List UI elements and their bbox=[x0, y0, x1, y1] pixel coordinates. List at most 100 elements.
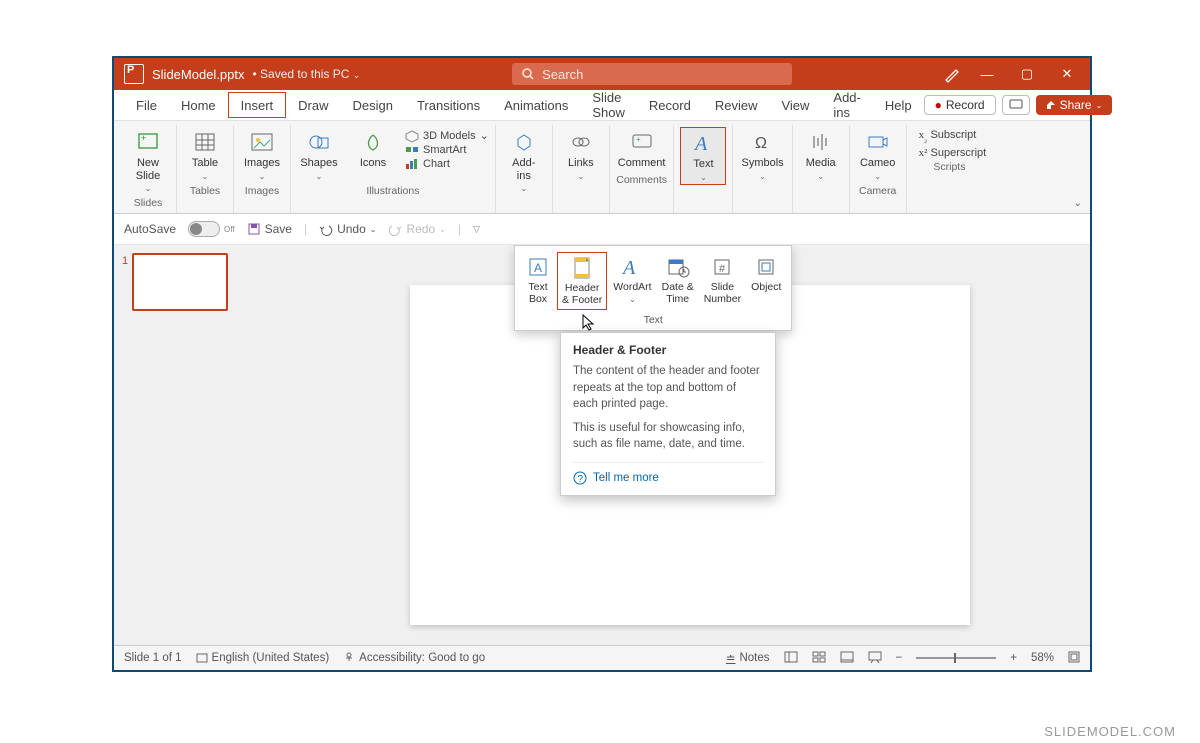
undo-icon bbox=[319, 223, 333, 235]
smartart-button[interactable]: SmartArt bbox=[405, 144, 489, 156]
insert-ribbon: + New Slide⌄ Slides Table⌄ Tables bbox=[114, 121, 1090, 214]
addins-icon bbox=[510, 129, 538, 155]
wordart-button[interactable]: A WordArt⌄ bbox=[609, 252, 655, 309]
icons-icon bbox=[359, 129, 387, 155]
share-button[interactable]: Share⌄ bbox=[1036, 95, 1113, 115]
tab-file[interactable]: File bbox=[124, 90, 169, 120]
group-label-camera: Camera bbox=[859, 183, 896, 201]
normal-view-icon bbox=[784, 651, 798, 663]
tab-design[interactable]: Design bbox=[341, 90, 405, 120]
cameo-button[interactable]: Cameo⌄ bbox=[856, 127, 900, 183]
text-box-button[interactable]: A Text Box bbox=[521, 252, 555, 309]
3d-models-button[interactable]: 3D Models ⌄ bbox=[405, 129, 489, 142]
search-box[interactable]: Search bbox=[512, 63, 792, 85]
slide-thumbnail-panel[interactable]: 1 bbox=[114, 245, 290, 645]
group-label-comments: Comments bbox=[616, 172, 667, 190]
links-button[interactable]: Links⌄ bbox=[559, 127, 603, 183]
shapes-icon bbox=[305, 129, 333, 155]
slide-number-icon: # bbox=[709, 254, 735, 280]
zoom-slider[interactable] bbox=[916, 657, 996, 659]
shapes-button[interactable]: Shapes⌄ bbox=[297, 127, 341, 183]
fit-to-window-button[interactable] bbox=[1068, 651, 1080, 666]
collapse-ribbon-button[interactable]: ⌄ bbox=[1074, 198, 1082, 209]
addins-button[interactable]: Add- ins⌄ bbox=[502, 127, 546, 195]
save-button[interactable]: Save bbox=[247, 222, 292, 236]
pen-mode-icon[interactable] bbox=[944, 66, 960, 82]
status-bar: Slide 1 of 1 English (United States) Acc… bbox=[114, 645, 1090, 670]
redo-button[interactable]: Redo ⌄ bbox=[388, 222, 445, 236]
tab-insert[interactable]: Insert bbox=[228, 92, 287, 118]
slide-number-button[interactable]: # Slide Number bbox=[700, 252, 745, 309]
powerpoint-window: SlideModel.pptx • Saved to this PC ⌄ Sea… bbox=[112, 56, 1092, 672]
language-status[interactable]: English (United States) bbox=[196, 652, 330, 664]
zoom-out-button[interactable]: − bbox=[896, 652, 903, 664]
tab-addins[interactable]: Add-ins bbox=[821, 90, 872, 120]
subscript-button[interactable]: x₂ Subscript bbox=[919, 129, 987, 143]
date-time-icon bbox=[665, 254, 691, 280]
header-footer-tooltip: Header & Footer The content of the heade… bbox=[560, 332, 776, 495]
thumbnail-number: 1 bbox=[122, 253, 128, 311]
notes-button[interactable]: ≐Notes bbox=[726, 651, 770, 665]
text-icon: A bbox=[689, 130, 717, 156]
icons-button[interactable]: Icons bbox=[351, 127, 395, 172]
tab-record[interactable]: Record bbox=[637, 90, 703, 120]
save-status[interactable]: • Saved to this PC ⌄ bbox=[253, 67, 361, 81]
tab-review[interactable]: Review bbox=[703, 90, 770, 120]
symbols-icon: Ω bbox=[749, 129, 777, 155]
tab-slideshow[interactable]: Slide Show bbox=[580, 90, 637, 120]
qat-overflow[interactable]: ▽ bbox=[473, 224, 480, 235]
chart-button[interactable]: Chart bbox=[405, 158, 489, 170]
slideshow-icon bbox=[868, 651, 882, 663]
tab-home[interactable]: Home bbox=[169, 90, 228, 120]
cameo-icon bbox=[864, 129, 892, 155]
save-icon bbox=[247, 222, 261, 236]
slide-counter[interactable]: Slide 1 of 1 bbox=[124, 652, 182, 664]
group-label-scripts: Scripts bbox=[933, 159, 965, 177]
accessibility-icon bbox=[343, 652, 355, 664]
maximize-button[interactable]: ▢ bbox=[1014, 66, 1040, 82]
help-icon: ? bbox=[573, 471, 587, 485]
undo-button[interactable]: Undo ⌄ bbox=[319, 222, 376, 236]
tab-help[interactable]: Help bbox=[873, 90, 924, 120]
tooltip-body-1: The content of the header and footer rep… bbox=[573, 363, 763, 411]
present-button[interactable] bbox=[1002, 95, 1030, 115]
links-icon bbox=[567, 129, 595, 155]
normal-view-button[interactable] bbox=[784, 651, 798, 666]
record-button[interactable]: ●Record bbox=[924, 95, 996, 115]
tell-me-more-link[interactable]: ? Tell me more bbox=[573, 462, 763, 485]
workspace: 1 A Text Box Header & Footer bbox=[114, 245, 1090, 645]
tooltip-title: Header & Footer bbox=[573, 343, 763, 357]
dropdown-group-label: Text bbox=[521, 310, 785, 326]
powerpoint-logo-icon bbox=[124, 64, 144, 84]
symbols-button[interactable]: Ω Symbols⌄ bbox=[739, 127, 785, 183]
minimize-button[interactable]: — bbox=[974, 67, 1000, 82]
tab-animations[interactable]: Animations bbox=[492, 90, 580, 120]
slide-thumbnail-1[interactable]: 1 bbox=[122, 253, 282, 311]
media-button[interactable]: Media⌄ bbox=[799, 127, 843, 183]
date-time-button[interactable]: Date & Time bbox=[658, 252, 698, 309]
comment-button[interactable]: + Comment bbox=[616, 127, 668, 172]
images-button[interactable]: Images⌄ bbox=[240, 127, 284, 183]
table-button[interactable]: Table⌄ bbox=[183, 127, 227, 183]
group-label-images: Images bbox=[245, 183, 279, 201]
slide-sorter-button[interactable] bbox=[812, 651, 826, 666]
autosave-toggle[interactable]: Off bbox=[188, 221, 235, 237]
zoom-level[interactable]: 58% bbox=[1031, 652, 1054, 664]
search-placeholder: Search bbox=[542, 67, 583, 82]
tab-draw[interactable]: Draw bbox=[286, 90, 340, 120]
svg-text:A: A bbox=[534, 261, 542, 275]
close-button[interactable]: ✕ bbox=[1054, 66, 1080, 82]
group-label-slides: Slides bbox=[134, 195, 163, 213]
slideshow-view-button[interactable] bbox=[868, 651, 882, 666]
reading-view-button[interactable] bbox=[840, 651, 854, 666]
accessibility-status[interactable]: Accessibility: Good to go bbox=[343, 652, 485, 664]
superscript-button[interactable]: x² Superscript bbox=[919, 147, 987, 159]
smartart-icon bbox=[405, 144, 419, 156]
text-dropdown-button[interactable]: A Text⌄ bbox=[680, 127, 726, 185]
zoom-in-button[interactable]: + bbox=[1010, 652, 1017, 664]
object-button[interactable]: Object bbox=[747, 252, 785, 309]
header-footer-button[interactable]: Header & Footer bbox=[557, 252, 607, 309]
tab-transitions[interactable]: Transitions bbox=[405, 90, 492, 120]
new-slide-button[interactable]: + New Slide⌄ bbox=[126, 127, 170, 195]
tab-view[interactable]: View bbox=[769, 90, 821, 120]
